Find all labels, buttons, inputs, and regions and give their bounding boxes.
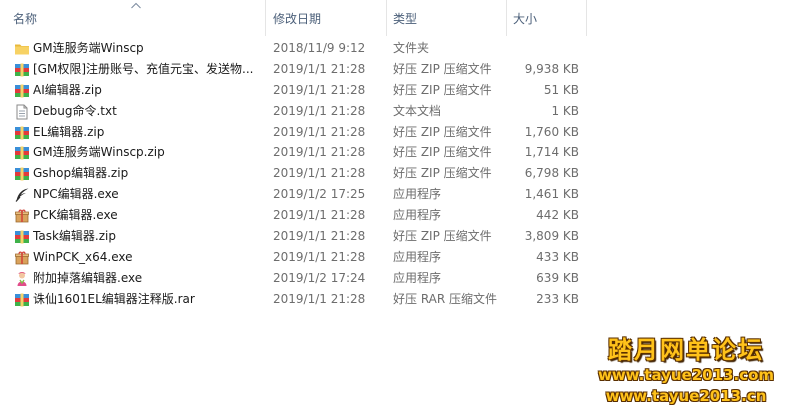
file-name: GM连服务端Winscp.zip (33, 145, 165, 160)
column-header-bar: 名称 修改日期 类型 大小 (0, 0, 796, 36)
file-row[interactable]: Debug命令.txt 2019/1/1 21:28 文本文档 1 KB (0, 101, 600, 122)
file-date: 2019/1/1 21:28 (273, 61, 366, 76)
file-type: 好压 ZIP 压缩文件 (393, 124, 492, 139)
file-name: PCK编辑器.exe (33, 208, 118, 223)
file-date: 2019/1/2 17:25 (273, 187, 366, 202)
file-date: 2018/11/9 9:12 (273, 41, 366, 55)
sort-ascending-icon (131, 2, 141, 9)
file-size: 3,809 KB (524, 229, 579, 244)
zip-archive-icon (15, 84, 29, 98)
file-size: 433 KB (536, 249, 579, 264)
column-divider[interactable] (586, 0, 587, 36)
file-size: 1,760 KB (524, 124, 579, 139)
file-size: 442 KB (536, 208, 579, 223)
package-icon (15, 209, 29, 223)
zip-archive-icon (15, 167, 29, 181)
file-name: AI编辑器.zip (33, 82, 102, 97)
file-date: 2019/1/1 21:28 (273, 208, 366, 223)
file-type: 应用程序 (393, 208, 442, 223)
file-name: GM连服务端Winscp (33, 41, 144, 55)
file-name: WinPCK_x64.exe (33, 249, 133, 264)
file-name: EL编辑器.zip (33, 124, 105, 139)
file-type: 好压 ZIP 压缩文件 (393, 229, 492, 244)
file-row[interactable]: Gshop编辑器.zip 2019/1/1 21:28 好压 ZIP 压缩文件 … (0, 163, 600, 184)
zip-archive-icon (15, 146, 29, 160)
file-date: 2019/1/1 21:28 (273, 249, 366, 264)
column-header-type[interactable]: 类型 (393, 0, 507, 36)
file-type: 应用程序 (393, 249, 442, 264)
file-date: 2019/1/1 21:28 (273, 145, 366, 160)
file-row[interactable]: PCK编辑器.exe 2019/1/1 21:28 应用程序 442 KB (0, 205, 600, 226)
file-date: 2019/1/1 21:28 (273, 229, 366, 244)
file-date: 2019/1/1 21:28 (273, 166, 366, 181)
zip-archive-icon (15, 63, 29, 77)
file-name: 附加掉落编辑器.exe (33, 270, 143, 285)
file-type: 应用程序 (393, 187, 442, 202)
file-row[interactable]: 诛仙1601EL编辑器注释版.rar 2019/1/1 21:28 好压 RAR… (0, 289, 600, 310)
file-list: GM连服务端Winscp 2018/11/9 9:12 文件夹 [GM权限]注册… (0, 38, 600, 310)
file-name: [GM权限]注册账号、充值元宝、发送物... (33, 61, 254, 76)
file-size: 233 KB (536, 291, 579, 306)
file-date: 2019/1/1 21:28 (273, 103, 366, 118)
file-row[interactable]: 附加掉落编辑器.exe 2019/1/2 17:24 应用程序 639 KB (0, 268, 600, 289)
file-type: 好压 ZIP 压缩文件 (393, 82, 492, 97)
column-divider[interactable] (386, 0, 387, 36)
file-date: 2019/1/1 21:28 (273, 82, 366, 97)
file-size: 639 KB (536, 270, 579, 285)
zip-archive-icon (15, 230, 29, 244)
file-date: 2019/1/1 21:28 (273, 124, 366, 139)
column-header-date[interactable]: 修改日期 (273, 0, 387, 36)
file-date: 2019/1/2 17:24 (273, 270, 366, 285)
file-type: 好压 ZIP 压缩文件 (393, 61, 492, 76)
file-row[interactable]: GM连服务端Winscp.zip 2019/1/1 21:28 好压 ZIP 压… (0, 142, 600, 163)
file-size: 51 KB (543, 82, 579, 97)
file-size: 6,798 KB (524, 166, 579, 181)
file-date: 2019/1/1 21:28 (273, 291, 366, 306)
file-row[interactable]: Task编辑器.zip 2019/1/1 21:28 好压 ZIP 压缩文件 3… (0, 226, 600, 247)
file-type: 好压 ZIP 压缩文件 (393, 166, 492, 181)
file-size: 9,938 KB (524, 61, 579, 76)
file-size: 1,461 KB (524, 187, 579, 202)
zip-archive-icon (15, 126, 29, 140)
file-type: 文件夹 (393, 41, 430, 55)
folder-icon (15, 44, 29, 55)
file-row[interactable]: NPC编辑器.exe 2019/1/2 17:25 应用程序 1,461 KB (0, 184, 600, 205)
column-divider[interactable] (265, 0, 266, 36)
watermark-url-com: www.tayue2013.com (597, 366, 775, 384)
file-name: NPC编辑器.exe (33, 187, 119, 202)
file-type: 文本文档 (393, 103, 442, 118)
file-name: Gshop编辑器.zip (33, 166, 129, 181)
file-name: Debug命令.txt (33, 103, 117, 118)
file-size: 1,714 KB (524, 145, 579, 160)
text-file-icon (16, 104, 28, 120)
site-watermark: 踏月网单论坛 www.tayue2013.com www.tayue2013.c… (586, 335, 786, 407)
file-row[interactable]: WinPCK_x64.exe 2019/1/1 21:28 应用程序 433 K… (0, 247, 600, 268)
feather-icon (15, 188, 29, 203)
character-icon (17, 271, 27, 286)
file-row[interactable]: GM连服务端Winscp 2018/11/9 9:12 文件夹 (0, 38, 600, 59)
watermark-url-cn: www.tayue2013.cn (605, 387, 767, 405)
file-row[interactable]: EL编辑器.zip 2019/1/1 21:28 好压 ZIP 压缩文件 1,7… (0, 122, 600, 143)
file-row[interactable]: AI编辑器.zip 2019/1/1 21:28 好压 ZIP 压缩文件 51 … (0, 80, 600, 101)
rar-archive-icon (15, 293, 29, 307)
column-header-size[interactable]: 大小 (513, 0, 587, 36)
file-type: 应用程序 (393, 270, 442, 285)
file-size: 1 KB (551, 103, 579, 118)
package-icon (15, 251, 29, 265)
file-type: 好压 ZIP 压缩文件 (393, 145, 492, 160)
file-name: Task编辑器.zip (33, 229, 116, 244)
watermark-title: 踏月网单论坛 (608, 336, 764, 364)
column-divider[interactable] (506, 0, 507, 36)
file-row[interactable]: [GM权限]注册账号、充值元宝、发送物... 2019/1/1 21:28 好压… (0, 59, 600, 80)
file-name: 诛仙1601EL编辑器注释版.rar (33, 291, 195, 306)
file-type: 好压 RAR 压缩文件 (393, 291, 498, 306)
